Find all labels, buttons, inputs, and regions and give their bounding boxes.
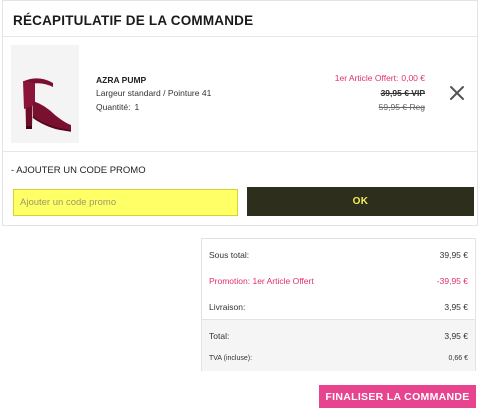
promotion-label: Promotion: 1er Article Offert [209, 276, 314, 286]
vat-value: 0,66 € [448, 355, 468, 362]
vat-row: TVA (incluse): 0,66 € [202, 344, 475, 370]
quantity-label: Quantité: [96, 102, 131, 112]
shoe-icon [11, 45, 79, 143]
promo-title: - AJOUTER UN CODE PROMO [11, 165, 146, 176]
product-size: Largeur standard / Pointure 41 [96, 88, 212, 98]
vat-label: TVA (incluse): [209, 355, 253, 362]
shipping-label: Livraison: [209, 302, 246, 312]
promotion-row: Promotion: 1er Article Offert -39,95 € [202, 267, 475, 293]
offer-value: 0,00 € [401, 73, 425, 83]
promo-divider [3, 151, 477, 152]
offer-label: 1er Article Offert: [334, 73, 399, 83]
product-quantity: Quantité: 1 [96, 102, 139, 112]
page-title: RÉCAPITULATIF DE LA COMMANDE [13, 13, 254, 28]
subtotal-value: 39,95 € [439, 250, 468, 260]
close-icon[interactable] [449, 85, 465, 101]
promotion-value: -39,95 € [436, 276, 468, 286]
quantity-value: 1 [134, 102, 140, 112]
order-summary-card: RÉCAPITULATIF DE LA COMMANDE AZRA PUMP L… [2, 0, 478, 226]
offer-price: 1er Article Offert: 0,00 € [335, 73, 425, 83]
promo-code-input[interactable] [13, 189, 238, 216]
subtotal-label: Sous total: [209, 250, 250, 260]
product-name[interactable]: AZRA PUMP [96, 75, 146, 85]
shipping-row: Livraison: 3,95 € [202, 293, 475, 319]
total-box: Total: 3,95 € TVA (incluse): 0,66 € [202, 319, 475, 371]
vip-price: 39,95 € VIP [380, 88, 425, 98]
checkout-button[interactable]: FINALISER LA COMMANDE [319, 385, 476, 408]
total-value: 3,95 € [444, 331, 468, 341]
regular-price: 59,95 € Reg [378, 102, 425, 112]
price-summary: Sous total: 39,95 € Promotion: 1er Artic… [201, 238, 476, 371]
promo-ok-button[interactable]: OK [247, 187, 474, 216]
shipping-value: 3,95 € [444, 302, 468, 312]
subtotal-row: Sous total: 39,95 € [202, 241, 475, 267]
product-image [11, 45, 79, 143]
total-label: Total: [209, 331, 230, 341]
title-divider [3, 36, 477, 37]
remove-item-button[interactable] [449, 85, 465, 101]
